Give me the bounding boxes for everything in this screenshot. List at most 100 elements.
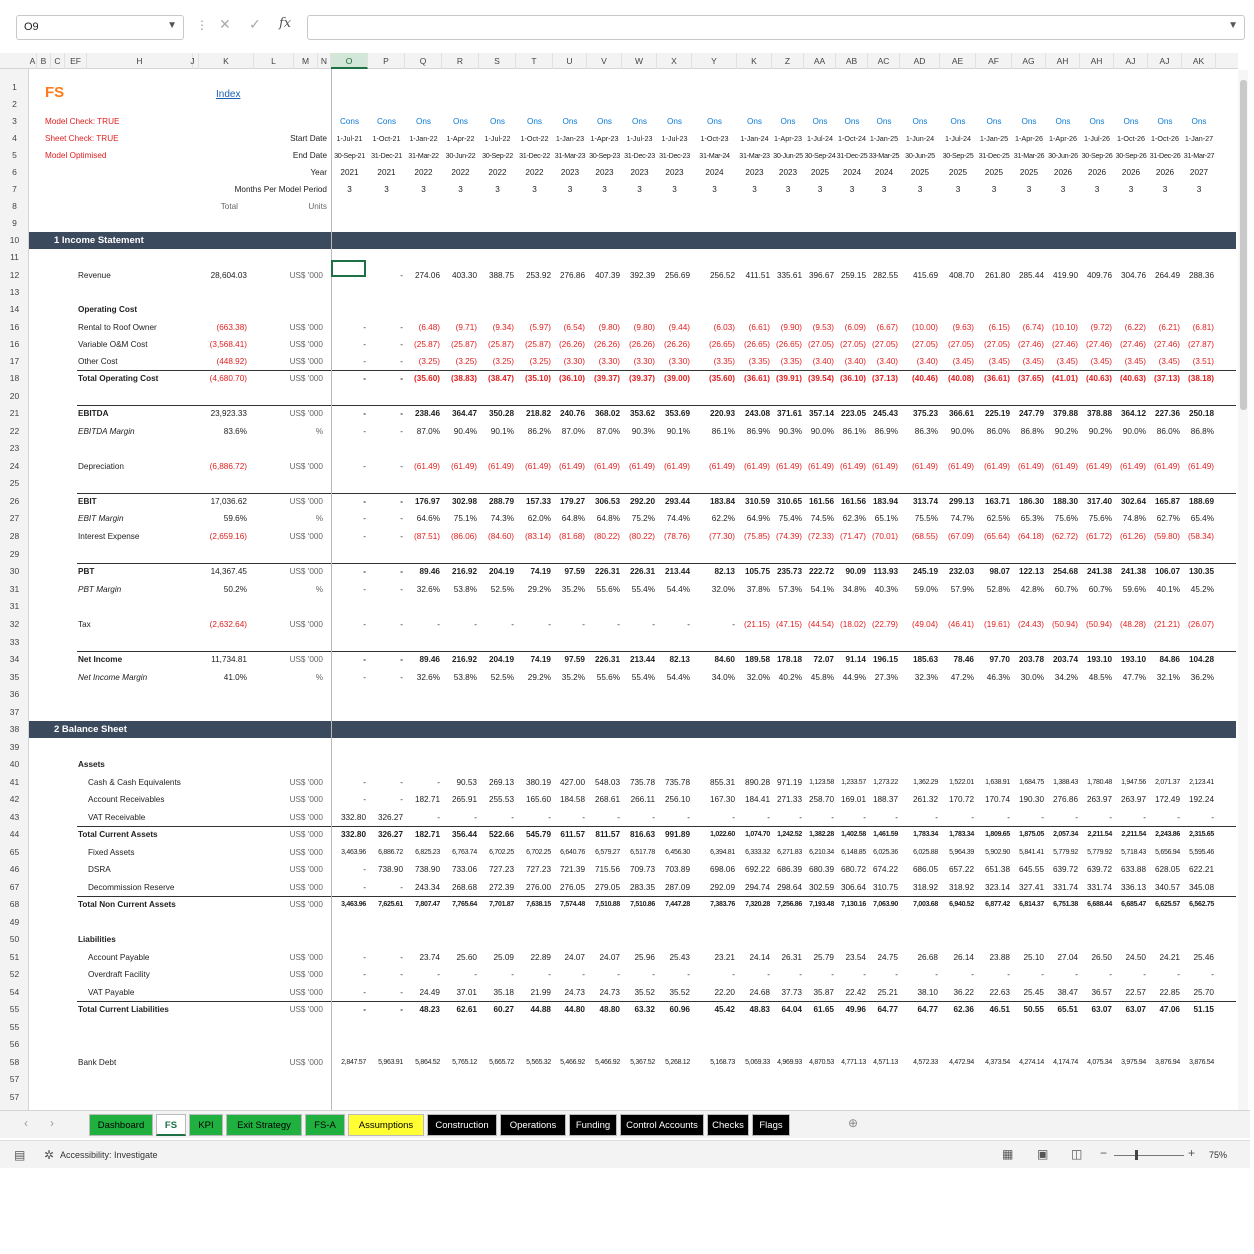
accessibility-icon[interactable]: ✲ — [44, 1148, 54, 1162]
tab-fs-a[interactable]: FS-A — [305, 1114, 345, 1136]
row-header[interactable]: 39 — [0, 739, 29, 756]
column-header-c[interactable]: C — [51, 53, 65, 69]
add-sheet-icon[interactable]: ⊕ — [848, 1116, 858, 1130]
row-header[interactable]: 38 — [0, 721, 29, 738]
spreadsheet-grid[interactable]: A B C EF H J K L M N O P Q R S T U V W X Y K Z AA AB AC AD AE AF AG AH… — [0, 53, 1238, 1110]
scrollbar-thumb[interactable] — [1240, 80, 1247, 410]
column-header-u[interactable]: U — [553, 53, 587, 69]
column-header-af[interactable]: AE — [940, 53, 976, 69]
zoom-level[interactable]: 75% — [1209, 1150, 1227, 1160]
row-header[interactable]: 56 — [0, 1036, 29, 1053]
normal-view-icon[interactable]: ▦ — [1002, 1147, 1013, 1161]
row-header[interactable]: 14 — [0, 301, 29, 318]
row-header[interactable]: 50 — [0, 931, 29, 948]
row-header[interactable]: 55 — [0, 1019, 29, 1036]
row-header[interactable]: 30 — [0, 563, 29, 580]
selected-cell[interactable] — [331, 260, 366, 277]
tab-exit-strategy[interactable]: Exit Strategy — [226, 1114, 302, 1136]
column-header-h[interactable]: H — [87, 53, 193, 69]
column-header-a[interactable]: A — [29, 53, 37, 69]
row-header[interactable]: 8 — [0, 198, 29, 215]
row-header[interactable]: 67 — [0, 879, 29, 896]
row-header[interactable]: 41 — [0, 774, 29, 791]
column-header-ef[interactable]: EF — [65, 53, 87, 69]
row-header[interactable]: 4 — [0, 130, 29, 147]
tab-flags[interactable]: Flags — [752, 1114, 790, 1136]
row-header[interactable]: 16 — [0, 336, 29, 353]
row-header[interactable]: 35 — [0, 669, 29, 686]
tab-operations[interactable]: Operations — [500, 1114, 566, 1136]
column-header-ag[interactable]: AF — [976, 53, 1012, 69]
tab-funding[interactable]: Funding — [569, 1114, 617, 1136]
row-header[interactable]: 28 — [0, 528, 29, 545]
row-header[interactable]: 10 — [0, 232, 29, 249]
column-header-k[interactable]: K — [199, 53, 254, 69]
column-header-z[interactable]: K — [737, 53, 772, 69]
tab-assumptions[interactable]: Assumptions — [348, 1114, 424, 1136]
row-header[interactable]: 44 — [0, 826, 29, 843]
row-header[interactable]: 37 — [0, 704, 29, 721]
chevron-right-icon[interactable]: › — [50, 1116, 54, 1130]
column-header-aj[interactable]: AH — [1080, 53, 1114, 69]
tab-construction[interactable]: Construction — [427, 1114, 497, 1136]
row-header[interactable]: 25 — [0, 475, 29, 492]
zoom-out-icon[interactable]: − — [1100, 1146, 1107, 1160]
row-header[interactable]: 16 — [0, 319, 29, 336]
column-header-ac[interactable]: AB — [836, 53, 868, 69]
check-icon[interactable]: ✓ — [249, 16, 261, 33]
row-header[interactable]: 33 — [0, 634, 29, 651]
row-header[interactable]: 49 — [0, 914, 29, 931]
row-header[interactable]: 57 — [0, 1089, 29, 1106]
tab-checks[interactable]: Checks — [707, 1114, 749, 1136]
row-header[interactable]: 29 — [0, 546, 29, 563]
row-header[interactable]: 24 — [0, 458, 29, 475]
formula-input[interactable]: ▼ — [307, 15, 1245, 40]
zoom-in-icon[interactable]: + — [1188, 1146, 1195, 1160]
column-header-r[interactable]: R — [442, 53, 479, 69]
row-header[interactable]: 7 — [0, 181, 29, 198]
row-header[interactable]: 2 — [0, 96, 29, 113]
zoom-slider[interactable] — [1114, 1155, 1184, 1156]
column-header-n[interactable]: N — [318, 53, 331, 69]
column-header-am[interactable]: AK — [1182, 53, 1216, 69]
index-link[interactable]: Index — [216, 89, 240, 100]
tab-dashboard[interactable]: Dashboard — [89, 1114, 153, 1136]
column-header-p[interactable]: P — [368, 53, 405, 69]
row-header[interactable]: 1 — [0, 79, 29, 96]
column-header-l[interactable]: L — [254, 53, 294, 69]
row-header[interactable]: 68 — [0, 896, 29, 913]
column-header-b[interactable]: B — [37, 53, 51, 69]
column-header-ae[interactable]: AD — [900, 53, 940, 69]
column-header-al[interactable]: AJ — [1148, 53, 1182, 69]
cancel-icon[interactable]: ✕ — [219, 16, 231, 33]
row-header[interactable]: 58 — [0, 1054, 29, 1071]
row-header[interactable]: 40 — [0, 756, 29, 773]
chevron-down-icon[interactable]: ▼ — [167, 20, 177, 31]
row-header[interactable]: 65 — [0, 844, 29, 861]
page-break-icon[interactable]: ◫ — [1071, 1147, 1082, 1161]
row-header[interactable]: 43 — [0, 809, 29, 826]
column-header-o[interactable]: O — [331, 53, 368, 69]
function-icon[interactable]: fx — [279, 16, 291, 31]
column-header-q[interactable]: Q — [405, 53, 442, 69]
row-header[interactable]: 31 — [0, 598, 29, 615]
chevron-left-icon[interactable]: ‹ — [24, 1116, 28, 1130]
page-layout-icon[interactable]: ▣ — [1037, 1147, 1048, 1161]
row-header[interactable]: 54 — [0, 984, 29, 1001]
row-header[interactable]: 18 — [0, 370, 29, 387]
column-header-ab[interactable]: AA — [804, 53, 836, 69]
column-header-aa[interactable]: Z — [772, 53, 804, 69]
accessibility-status[interactable]: Accessibility: Investigate — [60, 1150, 158, 1160]
row-header[interactable]: 51 — [0, 949, 29, 966]
row-header[interactable]: 20 — [0, 388, 29, 405]
row-header[interactable]: 42 — [0, 791, 29, 808]
row-header[interactable]: 57 — [0, 1071, 29, 1088]
column-header-x[interactable]: X — [657, 53, 692, 69]
row-header[interactable]: 31 — [0, 581, 29, 598]
row-header[interactable]: 6 — [0, 164, 29, 181]
column-header-v[interactable]: V — [587, 53, 622, 69]
row-header[interactable]: 22 — [0, 423, 29, 440]
tab-fs[interactable]: FS — [156, 1114, 186, 1136]
row-header[interactable]: 32 — [0, 616, 29, 633]
column-header-w[interactable]: W — [622, 53, 657, 69]
